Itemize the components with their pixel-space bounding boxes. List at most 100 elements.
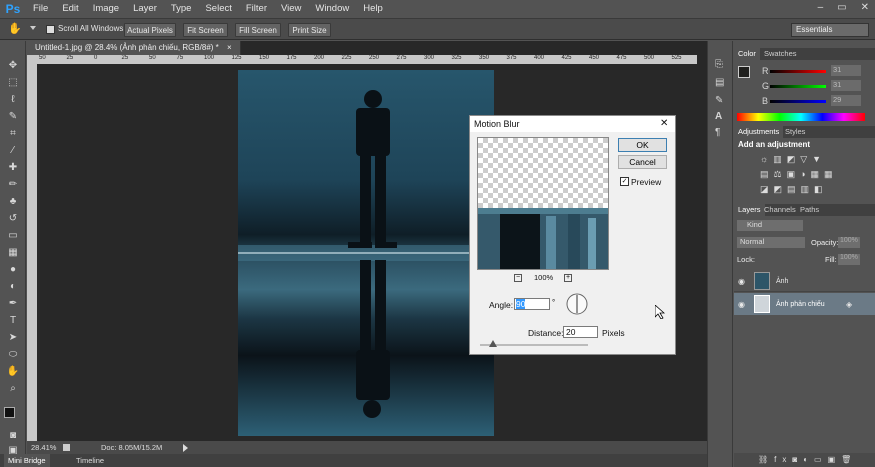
print-size-button[interactable]: Print Size	[288, 23, 331, 37]
angle-dial-icon[interactable]	[566, 293, 588, 315]
color-spectrum[interactable]	[737, 113, 865, 121]
foreground-color-swatch[interactable]	[4, 407, 15, 418]
pen-tool-icon[interactable]: ✒	[6, 297, 20, 311]
distance-slider-thumb[interactable]	[489, 340, 497, 347]
scroll-all-label: Scroll All Windows	[58, 24, 124, 33]
hand-tool-button-icon[interactable]: ✋	[6, 365, 20, 379]
blur-tool-icon[interactable]: ●	[6, 263, 20, 277]
eraser-tool-icon[interactable]: ▭	[6, 229, 20, 243]
preview-checkbox[interactable]: ✓	[620, 177, 629, 186]
menu-help[interactable]: Help	[356, 0, 390, 18]
close-tab-icon[interactable]: ×	[227, 43, 232, 52]
menu-layer[interactable]: Layer	[126, 0, 164, 18]
visibility-eye-icon[interactable]: ◉	[738, 300, 745, 309]
g-slider[interactable]	[770, 85, 826, 88]
image-canvas[interactable]	[238, 70, 494, 436]
tab-styles[interactable]: Styles	[781, 126, 809, 138]
layer-row-1[interactable]: ◉ Ảnh	[734, 270, 875, 292]
dialog-close-icon[interactable]: ✕	[660, 118, 668, 129]
tools-panel: ✥ ⬚ ℓ ✎ ⌗ ⁄ ✚ ✏ ♣ ↺ ▭ ▦ ● ◐ ✒ T ➤ ⬭ ✋ ⌕ …	[0, 41, 26, 457]
clone-stamp-tool-icon[interactable]: ♣	[6, 195, 20, 209]
fit-screen-button[interactable]: Fit Screen	[183, 23, 228, 37]
actual-pixels-button[interactable]: Actual Pixels	[124, 23, 176, 37]
menu-image[interactable]: Image	[86, 0, 126, 18]
marquee-tool-icon[interactable]: ⬚	[6, 76, 20, 90]
eyedropper-tool-icon[interactable]: ⁄	[6, 144, 20, 158]
close-button[interactable]: ✕	[861, 2, 869, 13]
zoom-tool-icon[interactable]: ⌕	[6, 382, 20, 396]
window-controls: – ▭ ✕	[818, 2, 869, 13]
character-panel-icon[interactable]: A	[715, 111, 722, 122]
fg-color-swatch[interactable]	[738, 66, 750, 78]
properties-panel-icon[interactable]: ▤	[715, 77, 724, 88]
tab-channels[interactable]: Channels	[760, 204, 800, 216]
menu-edit[interactable]: Edit	[55, 0, 85, 18]
preview-image	[478, 208, 608, 269]
zoom-level[interactable]: 28.41%	[31, 441, 56, 454]
angle-input[interactable]: 90	[514, 298, 550, 310]
quick-mask-icon[interactable]: ◙	[6, 429, 20, 443]
timeline-tab[interactable]: Timeline	[76, 454, 104, 467]
b-value[interactable]: 29	[831, 95, 861, 106]
move-tool-icon[interactable]: ✥	[6, 59, 20, 73]
fill-input[interactable]: 100%	[838, 254, 860, 265]
zoom-in-button[interactable]: +	[564, 274, 572, 282]
cancel-button[interactable]: Cancel	[618, 155, 667, 169]
lasso-tool-icon[interactable]: ℓ	[6, 93, 20, 107]
adjustment-icons-grid[interactable]: ☼▥◩▽▼ ▤⚖▣◑▦▦ ◪◩▤▥◧	[760, 152, 862, 212]
ok-button[interactable]: OK	[618, 138, 667, 152]
tab-swatches[interactable]: Swatches	[760, 48, 801, 60]
fill-screen-button[interactable]: Fill Screen	[235, 23, 281, 37]
minimize-button[interactable]: –	[818, 2, 824, 13]
layers-footer-icons[interactable]: ⛓fx◙◐▭▣🗑	[734, 453, 875, 467]
history-panel-icon[interactable]: ⎘	[715, 59, 723, 70]
brush-tool-icon[interactable]: ✏	[6, 178, 20, 192]
shape-tool-icon[interactable]: ⬭	[6, 348, 20, 362]
menu-select[interactable]: Select	[198, 0, 238, 18]
menu-view[interactable]: View	[274, 0, 308, 18]
tab-color[interactable]: Color	[734, 48, 760, 60]
ruler-tick-label: 525	[671, 55, 682, 61]
zoom-out-button[interactable]: −	[514, 274, 522, 282]
smart-object-icon: ◈	[846, 300, 853, 309]
blend-mode-dropdown[interactable]: Normal	[737, 237, 805, 248]
b-slider[interactable]	[770, 100, 826, 103]
scroll-all-checkbox[interactable]	[46, 25, 55, 34]
ruler-tick-label: 400	[534, 55, 545, 61]
document-tab[interactable]: Untitled-1.jpg @ 28.4% (Ảnh phản chiếu, …	[27, 41, 241, 55]
healing-brush-tool-icon[interactable]: ✚	[6, 161, 20, 175]
path-select-tool-icon[interactable]: ➤	[6, 331, 20, 345]
tab-paths[interactable]: Paths	[796, 204, 823, 216]
crop-tool-icon[interactable]: ⌗	[6, 127, 20, 141]
tab-adjustments[interactable]: Adjustments	[734, 126, 784, 138]
quick-select-tool-icon[interactable]: ✎	[6, 110, 20, 124]
menu-type[interactable]: Type	[164, 0, 199, 18]
dodge-tool-icon[interactable]: ◐	[6, 280, 20, 294]
type-tool-icon[interactable]: T	[6, 314, 20, 328]
preview-window[interactable]	[477, 137, 609, 270]
restore-button[interactable]: ▭	[837, 2, 846, 13]
tool-preset-chevron-icon[interactable]	[30, 26, 36, 30]
paragraph-panel-icon[interactable]: ¶	[715, 127, 720, 138]
visibility-eye-icon[interactable]: ◉	[738, 277, 745, 286]
layer-name[interactable]: Ảnh	[776, 278, 788, 285]
history-brush-tool-icon[interactable]: ↺	[6, 212, 20, 226]
workspace-dropdown[interactable]: Essentials	[791, 23, 869, 37]
r-value[interactable]: 31	[831, 65, 861, 76]
r-slider[interactable]	[770, 70, 826, 73]
gradient-tool-icon[interactable]: ▦	[6, 246, 20, 260]
g-value[interactable]: 31	[831, 80, 861, 91]
opacity-input[interactable]: 100%	[838, 237, 860, 248]
menu-window[interactable]: Window	[308, 0, 356, 18]
status-menu-arrow-icon[interactable]	[183, 444, 188, 452]
menu-file[interactable]: File	[26, 0, 55, 18]
distance-input[interactable]: 20	[563, 326, 598, 338]
layer-name[interactable]: Ảnh phản chiếu	[776, 301, 825, 308]
layer-filter-dropdown[interactable]: Kind	[737, 220, 803, 231]
export-icon[interactable]	[63, 444, 70, 451]
menu-filter[interactable]: Filter	[239, 0, 274, 18]
mini-bridge-tab[interactable]: Mini Bridge	[4, 454, 50, 467]
layer-row-2[interactable]: ◉ Ảnh phản chiếu ◈	[734, 293, 875, 315]
g-label: G	[762, 81, 770, 91]
brush-panel-icon[interactable]: ✎	[715, 95, 723, 106]
